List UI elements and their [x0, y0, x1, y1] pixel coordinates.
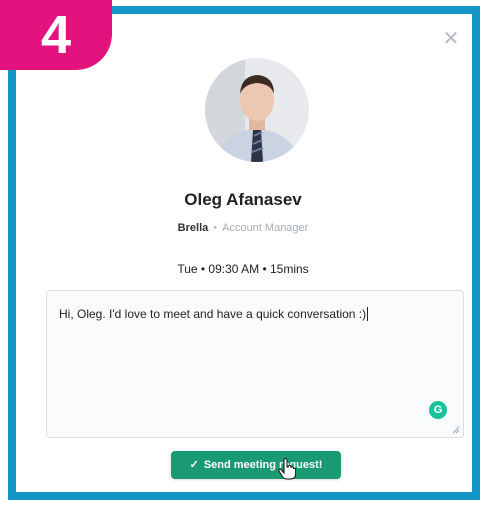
hand-cursor-icon: [278, 458, 296, 480]
avatar: [205, 58, 309, 162]
check-icon: ✓: [189, 459, 199, 471]
company-name: Brella: [177, 222, 209, 234]
separator: •: [213, 222, 218, 234]
close-icon[interactable]: ✕: [440, 28, 462, 50]
grammarly-icon[interactable]: G: [429, 401, 447, 419]
contact-role: Account Manager: [222, 222, 309, 234]
send-meeting-request-button[interactable]: ✓ Send meeting request!: [171, 451, 341, 479]
contact-subline: Brella • Account Manager: [0, 222, 486, 234]
resize-handle-icon[interactable]: [452, 426, 460, 434]
message-text: Hi, Oleg. I'd love to meet and have a qu…: [59, 307, 369, 321]
step-number-badge: 4: [0, 0, 112, 70]
send-button-label: Send meeting request!: [203, 459, 323, 471]
message-textarea[interactable]: Hi, Oleg. I'd love to meet and have a qu…: [46, 290, 464, 438]
contact-name: Oleg Afanasev: [184, 190, 302, 209]
meeting-time: Tue • 09:30 AM • 15mins: [177, 262, 309, 276]
